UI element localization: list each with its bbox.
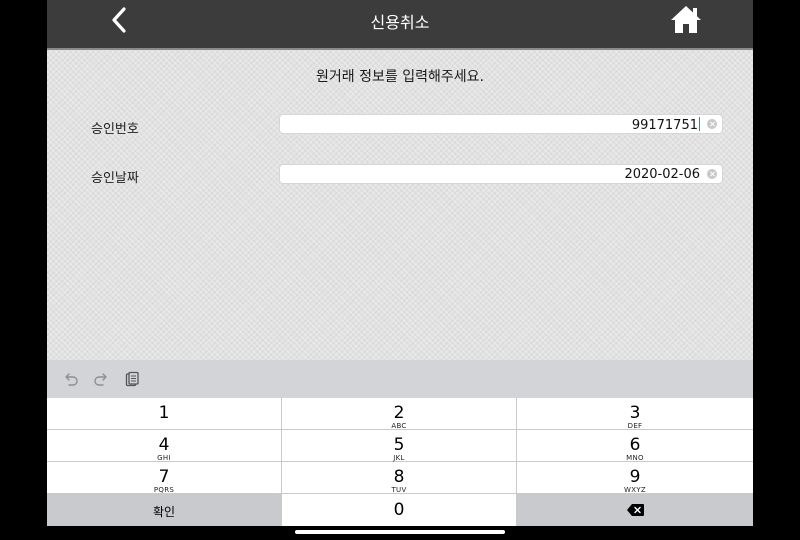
backspace-icon: [627, 504, 644, 516]
key-9[interactable]: 9 WXYZ: [517, 462, 753, 494]
key-3[interactable]: 3 DEF: [517, 398, 753, 430]
instruction-text: 원거래 정보를 입력해주세요.: [316, 69, 484, 85]
home-indicator[interactable]: [295, 530, 505, 534]
home-icon[interactable]: [669, 4, 703, 36]
undo-icon[interactable]: [63, 371, 79, 387]
approval-number-label: 승인번호: [91, 122, 139, 137]
approval-date-input[interactable]: 2020-02-06: [279, 164, 723, 184]
app-screen: 신용취소 원거래 정보를 입력해주세요. 승인번호 99171751 승인날짜 …: [47, 0, 753, 526]
key-4[interactable]: 4 GHI: [47, 430, 281, 462]
key-1[interactable]: 1: [47, 398, 281, 429]
clear-icon[interactable]: [707, 169, 717, 179]
keyboard-toolbar: [47, 360, 753, 398]
clear-icon[interactable]: [707, 119, 717, 129]
approval-number-input[interactable]: 99171751: [279, 114, 723, 134]
header-bar: 신용취소: [47, 0, 753, 50]
paste-icon[interactable]: [124, 371, 140, 387]
approval-date-value: 2020-02-06: [624, 167, 700, 182]
approval-number-value: 99171751: [631, 117, 700, 133]
delete-button[interactable]: [517, 494, 753, 526]
redo-icon[interactable]: [93, 371, 109, 387]
numeric-keypad: 1 2 ABC 3 DEF 4 GHI 5 JKL 6 MNO 7 PQRS 8: [47, 398, 753, 526]
form-area: 원거래 정보를 입력해주세요. 승인번호 99171751 승인날짜 2020-…: [47, 50, 753, 360]
key-7[interactable]: 7 PQRS: [47, 462, 281, 494]
key-8[interactable]: 8 TUV: [282, 462, 516, 494]
confirm-button[interactable]: 확인: [47, 494, 281, 526]
approval-date-label: 승인날짜: [91, 171, 139, 186]
key-6[interactable]: 6 MNO: [517, 430, 753, 462]
key-5[interactable]: 5 JKL: [282, 430, 516, 462]
key-2[interactable]: 2 ABC: [282, 398, 516, 430]
text-caret: [699, 117, 700, 131]
page-title: 신용취소: [370, 13, 430, 32]
key-0[interactable]: 0: [282, 494, 516, 526]
